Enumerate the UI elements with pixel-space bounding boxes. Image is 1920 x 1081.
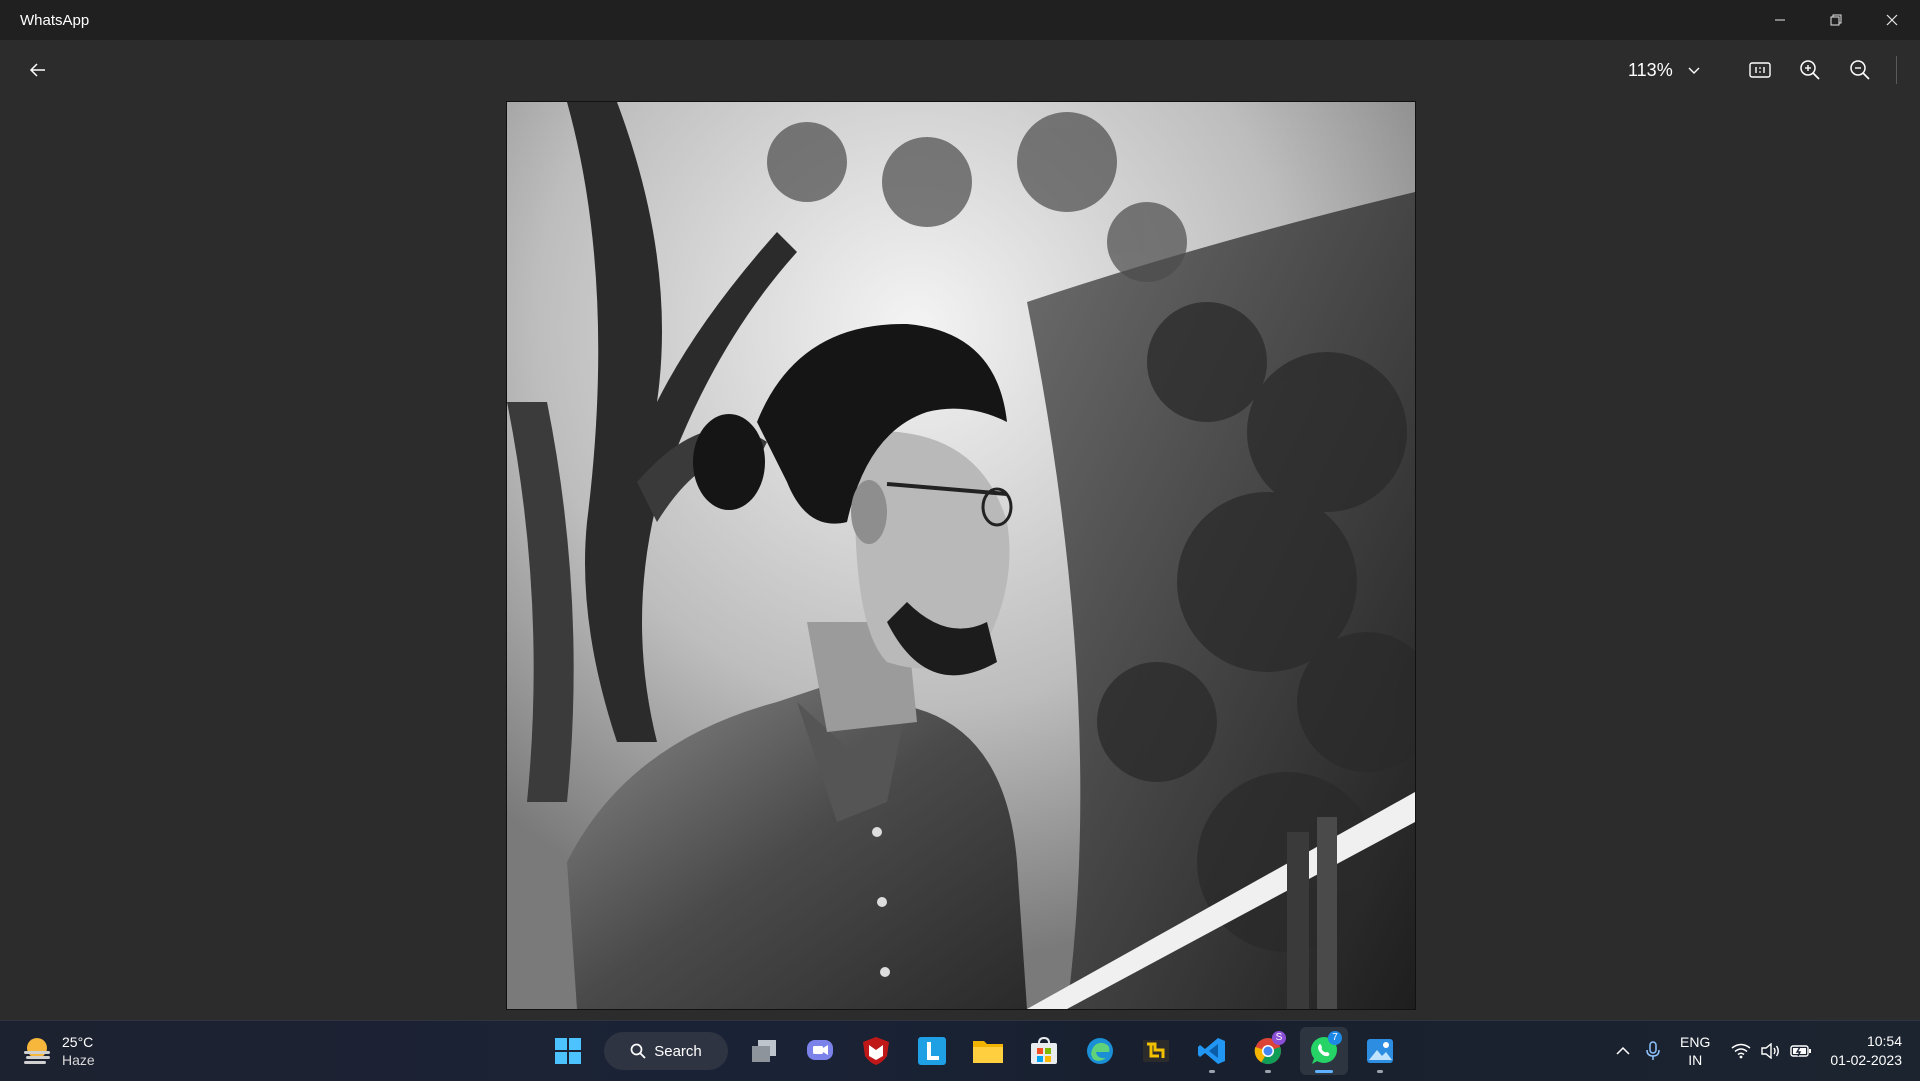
weather-condition: Haze [62,1052,95,1068]
zoom-level: 113% [1628,59,1673,80]
restore-icon [1830,14,1842,26]
puzzle-app-icon [1143,1040,1169,1062]
photos-button[interactable] [1356,1027,1404,1075]
search-icon [630,1043,646,1059]
mcafee-shield-icon [863,1037,889,1065]
folder-icon [973,1041,1003,1063]
haze-sun-icon [24,1038,50,1064]
taskbar-apps: Search S 7 [540,1027,1408,1075]
zoom-out-icon [1850,60,1870,80]
l-app-icon [918,1037,946,1065]
minimize-button[interactable] [1752,0,1808,40]
taskbar-search[interactable]: Search [604,1032,728,1070]
clock[interactable]: 10:54 01-02-2023 [1830,1032,1902,1070]
task-view-button[interactable] [740,1027,788,1075]
puzzle-app-button[interactable] [1132,1027,1180,1075]
close-icon [1886,14,1898,26]
zoom-dropdown[interactable]: 113% [1628,52,1703,88]
region-code: IN [1688,1052,1703,1068]
actual-size-icon [1749,62,1771,78]
close-button[interactable] [1864,0,1920,40]
teams-chat-button[interactable] [796,1027,844,1075]
viewer-toolbar: 113% [0,40,1920,102]
chrome-button[interactable]: S [1244,1027,1292,1075]
whatsapp-button[interactable]: 7 [1300,1027,1348,1075]
volume-button[interactable] [1756,1021,1786,1081]
back-button[interactable] [18,50,58,90]
zoom-out-button[interactable] [1842,52,1878,88]
file-explorer-button[interactable] [964,1027,1012,1075]
start-button[interactable] [544,1027,592,1075]
running-indicator [1209,1070,1215,1073]
photo-view [506,101,1416,1010]
system-tray: ENG IN 10:54 01-02-2023 [1608,1021,1920,1081]
wifi-button[interactable] [1726,1021,1756,1081]
restore-button[interactable] [1808,0,1864,40]
running-indicator [1265,1070,1271,1073]
show-hidden-icons-button[interactable] [1608,1021,1638,1081]
weather-temperature: 25°C [62,1034,94,1050]
edge-button[interactable] [1076,1027,1124,1075]
running-indicator [1377,1070,1383,1073]
running-indicator [1315,1070,1333,1073]
mcafee-button[interactable] [852,1027,900,1075]
speaker-icon [1761,1043,1780,1059]
battery-button[interactable] [1786,1021,1816,1081]
edge-browser-icon [1087,1038,1113,1064]
window-controls [1752,0,1920,40]
toolbar-divider [1896,56,1897,84]
store-bag-icon [1031,1036,1057,1064]
microphone-button[interactable] [1638,1021,1668,1081]
l-app-button[interactable] [908,1027,956,1075]
minimize-icon [1775,19,1785,21]
taskbar: 25°C Haze Search S 7 ENG IN 10:54 01-02-… [0,1020,1920,1081]
photos-icon [1367,1039,1393,1063]
chevron-up-icon [1616,1046,1630,1055]
task-view-icon [752,1040,776,1062]
back-arrow-icon [29,63,45,77]
title-bar: WhatsApp [0,0,1920,40]
chrome-profile-badge: S [1272,1031,1286,1045]
language-code: ENG [1680,1034,1711,1050]
windows-logo-icon [555,1038,581,1064]
portrait-photo [507,102,1415,1009]
clock-date: 01-02-2023 [1830,1052,1902,1068]
battery-charging-icon [1790,1045,1812,1057]
clock-time: 10:54 [1866,1033,1902,1049]
search-label: Search [654,1042,702,1060]
chevron-down-icon [1687,62,1703,78]
vscode-icon [1198,1038,1225,1064]
zoom-in-button[interactable] [1792,52,1828,88]
zoom-in-icon [1800,60,1820,80]
wifi-icon [1731,1043,1751,1059]
actual-size-button[interactable] [1742,52,1778,88]
microphone-icon [1646,1041,1660,1060]
vscode-button[interactable] [1188,1027,1236,1075]
app-title: WhatsApp [20,11,90,29]
whatsapp-unread-badge: 7 [1328,1031,1342,1045]
input-language-button[interactable]: ENG IN [1680,1033,1710,1069]
teams-chat-icon [807,1040,833,1060]
microsoft-store-button[interactable] [1020,1027,1068,1075]
weather-widget[interactable]: 25°C Haze [20,1030,95,1072]
